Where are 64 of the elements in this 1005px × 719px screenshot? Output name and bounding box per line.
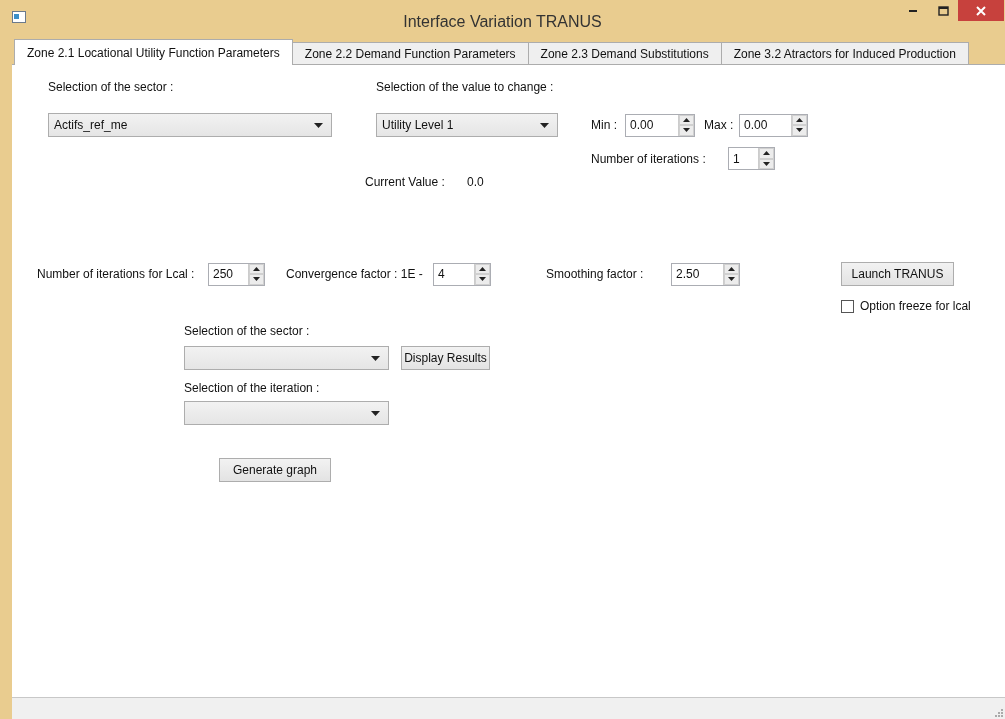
tab[interactable]: Zone 2.3 Demand Substitutions (527, 42, 722, 64)
window-title: Interface Variation TRANUS (402, 13, 603, 31)
spin-down-button[interactable] (475, 274, 490, 285)
spin-up-button[interactable] (724, 263, 739, 274)
max-label: Max : (704, 118, 735, 132)
up-arrow-icon (728, 266, 735, 271)
minimize-icon (909, 9, 917, 12)
value-dropdown[interactable]: Utility Level 1 (376, 113, 558, 137)
down-arrow-icon (763, 161, 770, 166)
spin-up-button[interactable] (249, 263, 264, 274)
convergence-spinbox[interactable]: 4 (433, 262, 491, 286)
caret-icon (371, 355, 380, 361)
lcal-iterations-spinbox[interactable]: 250 (208, 262, 265, 286)
smoothing-label: Smoothing factor : (546, 267, 645, 281)
smoothing-spinbox[interactable]: 2.50 (671, 262, 740, 286)
down-arrow-icon (796, 128, 803, 133)
down-arrow-icon (479, 277, 486, 282)
maximize-icon (937, 5, 949, 16)
down-arrow-icon (253, 277, 260, 282)
up-arrow-icon (763, 151, 770, 156)
caret-icon (371, 410, 380, 416)
tab[interactable]: Zone 3.2 Atractors for Induced Production (720, 42, 969, 64)
field-label: Selection of the sector : (48, 80, 175, 94)
generate-graph-button[interactable]: Generate graph (219, 458, 331, 482)
min-spinbox[interactable]: 0.00 (625, 113, 695, 137)
spin-down-button[interactable] (792, 125, 807, 136)
display-results-button[interactable]: Display Results (401, 346, 490, 370)
tab[interactable]: Zone 2.1 Locational Utility Function Parameters (14, 39, 293, 65)
up-arrow-icon (479, 266, 486, 271)
up-arrow-icon (253, 266, 260, 271)
spin-down-button[interactable] (759, 158, 774, 169)
down-arrow-icon (728, 277, 735, 282)
lcal-iterations-label: Number of iterations for Lcal : (37, 267, 196, 281)
resize-grip-icon (995, 709, 1003, 717)
field-label: Selection of the sector : (184, 324, 310, 338)
up-arrow-icon (683, 117, 690, 122)
current-value: 0.0 (467, 175, 484, 189)
field-label: Selection of the iteration : (184, 381, 320, 395)
spin-up-button[interactable] (679, 114, 694, 125)
freeze-checkbox[interactable] (841, 299, 854, 313)
sector-dropdown[interactable]: Actifs_ref_me (48, 113, 332, 137)
caret-icon (540, 122, 549, 128)
close-icon (976, 5, 986, 16)
window-icon (12, 10, 26, 23)
spin-down-button[interactable] (724, 274, 739, 285)
convergence-label: Convergence factor : 1E - (286, 267, 424, 281)
iterations-spinbox[interactable]: 1 (728, 147, 775, 170)
current-value-label: Current Value : (365, 175, 446, 189)
checkbox-label: Option freeze for lcal (860, 299, 971, 313)
spin-up-button[interactable] (475, 263, 490, 274)
down-arrow-icon (683, 128, 690, 133)
iterations-label: Number of iterations : (591, 151, 707, 166)
spin-down-button[interactable] (249, 274, 264, 285)
min-label: Min : (591, 118, 618, 132)
field-label: Selection of the value to change : (376, 80, 554, 94)
up-arrow-icon (796, 117, 803, 122)
max-spinbox[interactable]: 0.00 (739, 113, 808, 137)
close-button[interactable] (958, 0, 1004, 21)
spin-up-button[interactable] (792, 114, 807, 125)
launch-button[interactable]: Launch TRANUS (841, 262, 954, 286)
spin-down-button[interactable] (679, 125, 694, 136)
tab[interactable]: Zone 2.2 Demand Function Parameters (291, 42, 529, 64)
spin-up-button[interactable] (759, 148, 774, 159)
caret-icon (314, 122, 323, 128)
